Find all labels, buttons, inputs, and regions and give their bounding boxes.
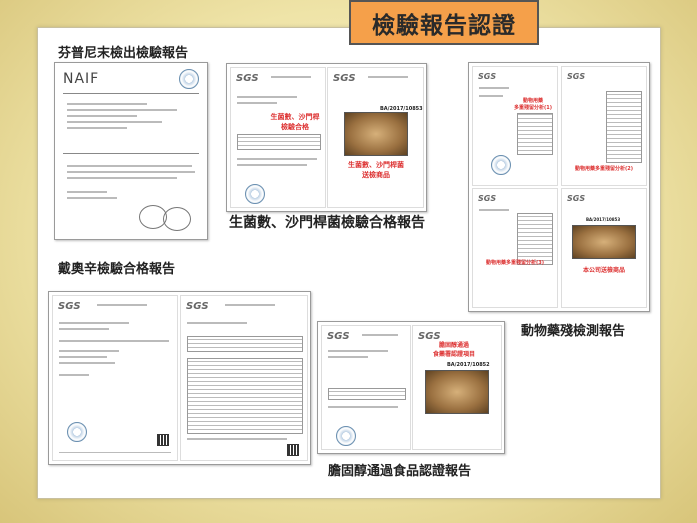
drug-residue-label-1: 動物用藥 多重殘留分析(1) [513, 98, 553, 111]
sgs-logo: SGS [478, 72, 497, 81]
caption-animal-drug: 動物藥殘檢測報告 [521, 324, 626, 339]
text-line [271, 76, 311, 78]
product-photo [572, 225, 636, 259]
report-page-3: SGS 動物用藥多重殘留分析(3) [472, 188, 558, 308]
animal-drug-report-document: SGS 動物用藥 多重殘留分析(1) SGS 動物用藥多重殘留分析(2) SGS… [468, 62, 650, 312]
official-stamp-icon [163, 207, 191, 231]
product-photo [425, 370, 489, 414]
text-line [67, 177, 177, 179]
text-line [187, 438, 287, 440]
text-line [59, 340, 169, 342]
page-title-banner: 檢驗報告認證 [349, 0, 539, 45]
sgs-seal-icon [491, 155, 511, 175]
text-line [67, 103, 147, 105]
dioxin-report-document: SGS SGS [48, 291, 311, 465]
sgs-logo: SGS [327, 331, 350, 342]
text-line [237, 164, 307, 166]
qr-code-icon [287, 444, 299, 456]
sgs-logo: SGS [478, 194, 497, 203]
fipronil-report-document: NAIF [54, 62, 208, 240]
report-page-right: SGS BA/2017/10853 生菌數、沙門桿菌 送檢商品 [327, 67, 424, 208]
report-page-left: SGS [321, 325, 411, 450]
sgs-logo: SGS [567, 72, 586, 81]
text-line [328, 356, 368, 358]
results-table [187, 336, 303, 352]
drug-residue-label-3: 動物用藥多重殘留分析(3) [485, 260, 545, 266]
text-line [479, 87, 509, 89]
sgs-logo: SGS [58, 301, 81, 312]
text-line [237, 102, 277, 104]
text-line [237, 96, 297, 98]
text-line [63, 153, 199, 154]
sgs-seal-icon [336, 426, 356, 446]
text-line [59, 356, 107, 358]
bacteria-report-document: SGS 生菌數、沙門桿 檢驗合格 SGS BA/2017/10853 生菌數、沙… [226, 63, 427, 212]
report-code: BA/2017/10853 [586, 217, 621, 222]
results-table [328, 388, 406, 400]
report-page-left: SGS 生菌數、沙門桿 檢驗合格 [230, 67, 326, 208]
results-table [237, 134, 321, 150]
product-photo [344, 112, 408, 156]
results-table [187, 358, 303, 434]
sgs-logo: SGS [567, 194, 586, 203]
text-line [479, 209, 509, 211]
text-line [67, 171, 195, 173]
caption-cholesterol: 膽固醇通過食品認證報告 [328, 464, 472, 479]
cholesterol-report-document: SGS SGS 膽固醇通過 食藥署認證項目 BA/2017/10852 [317, 321, 505, 454]
caption-fipronil: 芬普尼末檢出檢驗報告 [58, 46, 189, 61]
sgs-seal-icon [245, 184, 265, 204]
results-table [517, 213, 553, 265]
sgs-logo: SGS [333, 73, 356, 84]
text-line [97, 304, 147, 306]
text-line [362, 334, 398, 336]
text-line [328, 350, 388, 352]
qr-code-icon [157, 434, 169, 446]
caption-dioxin: 戴奧辛檢驗合格報告 [58, 262, 176, 277]
caption-bacteria: 生菌數、沙門桿菌檢驗合格報告 [229, 215, 425, 231]
text-line [59, 452, 171, 453]
text-line [67, 121, 162, 123]
text-line [187, 322, 247, 324]
text-line [63, 93, 199, 94]
bacteria-pass-label: 生菌數、沙門桿 檢驗合格 [270, 113, 320, 131]
text-line [67, 109, 177, 111]
sgs-seal-icon [67, 422, 87, 442]
text-line [59, 322, 129, 324]
report-page-right: SGS [180, 295, 308, 461]
sample-product-label: 生菌數、沙門桿菌 送檢商品 [348, 161, 404, 179]
text-line [59, 362, 115, 364]
text-line [67, 127, 127, 129]
report-page-4: SGS BA/2017/10853 本公司送檢商品 [561, 188, 647, 308]
text-line [59, 328, 109, 330]
results-table [606, 91, 642, 163]
results-table [517, 113, 553, 155]
text-line [67, 191, 107, 193]
cholesterol-certified-label: 膽固醇通過 食藥署認證項目 [432, 342, 475, 358]
text-line [225, 304, 275, 306]
text-line [67, 165, 192, 167]
text-line [59, 350, 119, 352]
sgs-logo: SGS [236, 73, 259, 84]
naif-logo: NAIF [63, 71, 100, 87]
report-page-right: SGS 膽固醇通過 食藥署認證項目 BA/2017/10852 [412, 325, 502, 450]
sgs-logo: SGS [186, 301, 209, 312]
text-line [479, 95, 503, 97]
page-title: 檢驗報告認證 [372, 12, 516, 39]
report-code: BA/2017/10852 [447, 362, 490, 368]
text-line [59, 374, 89, 376]
drug-residue-label-2: 動物用藥多重殘留分析(2) [574, 166, 634, 172]
company-product-label: 本公司送檢商品 [582, 267, 625, 274]
report-page-1: SGS 動物用藥 多重殘留分析(1) [472, 66, 558, 186]
report-page-2: SGS 動物用藥多重殘留分析(2) [561, 66, 647, 186]
text-line [237, 158, 317, 160]
naif-seal-icon [179, 69, 199, 89]
text-line [368, 76, 408, 78]
text-line [328, 406, 398, 408]
text-line [67, 197, 117, 199]
text-line [67, 115, 137, 117]
report-page-left: SGS [52, 295, 178, 461]
